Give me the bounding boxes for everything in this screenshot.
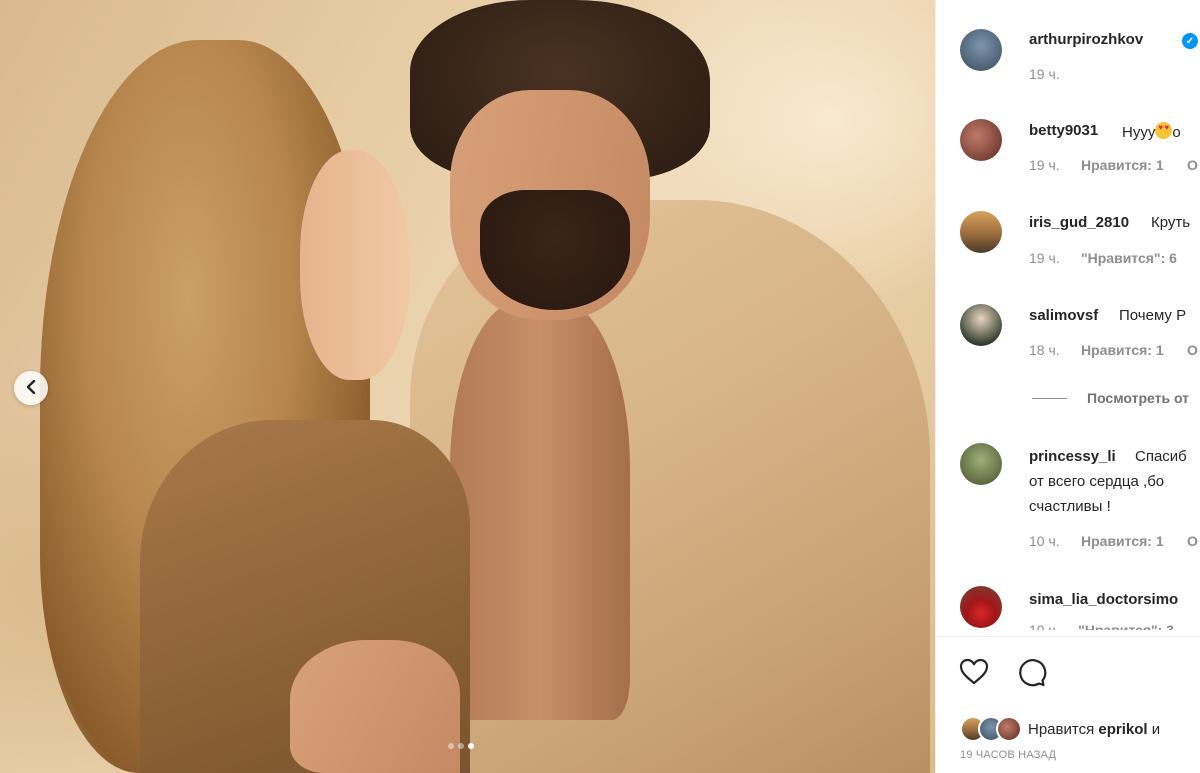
- actions-divider: [936, 636, 1200, 637]
- comment-text: Спасиб: [1135, 448, 1187, 465]
- comment-text: Круть: [1151, 214, 1191, 231]
- likes-text: Нравится eprikol и: [1028, 721, 1160, 738]
- comment-avatar[interactable]: [960, 586, 1002, 628]
- comment-time[interactable]: 19 ч.: [1029, 157, 1060, 173]
- comment-text: Почему Р: [1119, 307, 1187, 324]
- post-timestamp[interactable]: 19 ЧАСОВ НАЗАД: [960, 749, 1056, 761]
- comment-time[interactable]: 10 ч.: [1029, 533, 1060, 549]
- comment-text-part: о: [1172, 124, 1181, 141]
- comment-text-part: Нууу: [1122, 124, 1156, 141]
- likes-row: Нравится eprikol и: [960, 716, 1160, 742]
- comment-avatar[interactable]: [960, 304, 1002, 346]
- comment-username[interactable]: iris_gud_2810: [1029, 214, 1129, 231]
- likes-prefix: Нравится: [1028, 720, 1095, 738]
- author-username[interactable]: arthurpirozhkov: [1029, 31, 1143, 48]
- comment-likes[interactable]: Нравится: 1: [1081, 533, 1164, 549]
- comment-avatar[interactable]: [960, 119, 1002, 161]
- likes-suffix: и: [1151, 720, 1161, 738]
- carousel-dots: [448, 743, 474, 749]
- carousel-dot-active: [468, 743, 474, 749]
- carousel-dot: [448, 743, 454, 749]
- previous-photo-button[interactable]: [14, 371, 48, 405]
- comment-username[interactable]: salimovsf: [1029, 307, 1098, 324]
- comment-reply-button[interactable]: О: [1187, 533, 1198, 549]
- view-replies-label: Посмотреть от: [1087, 390, 1190, 406]
- view-replies-button[interactable]: Посмотреть от: [1032, 390, 1189, 406]
- comment-text: Нуууо: [1122, 122, 1181, 141]
- comment-avatar[interactable]: [960, 211, 1002, 253]
- view-replies-line: [1032, 397, 1067, 399]
- verified-badge-icon: ✓: [1182, 33, 1198, 49]
- comment-username[interactable]: princessy_li: [1029, 448, 1116, 465]
- comment-icon[interactable]: [1015, 656, 1047, 688]
- photo-hand: [290, 640, 460, 773]
- chevron-left-icon: [25, 377, 37, 400]
- post-photo: [0, 0, 935, 773]
- photo-man-beard: [480, 190, 630, 310]
- comment-time[interactable]: 18 ч.: [1029, 342, 1060, 358]
- comment-likes[interactable]: "Нравится": 3: [1078, 622, 1174, 630]
- heart-icon[interactable]: [958, 656, 990, 688]
- heart-eyes-emoji-icon: [1155, 122, 1173, 139]
- likes-user-link[interactable]: eprikol: [1098, 721, 1147, 738]
- carousel-dot: [458, 743, 464, 749]
- comment-text-line: от всего сердца ,бо: [1029, 473, 1165, 490]
- comment-username[interactable]: sima_lia_doctorsimo: [1029, 591, 1178, 608]
- comment-likes[interactable]: "Нравится": 6: [1081, 250, 1177, 266]
- comment-time[interactable]: 10 ч.: [1029, 622, 1060, 630]
- author-avatar[interactable]: [960, 29, 1002, 71]
- post-side-panel: arthurpirozhkov ✓ 19 ч. betty9031 Нуууо …: [935, 0, 1200, 773]
- comment-text-line: счастливы !: [1029, 498, 1111, 515]
- comment-meta-clipped: 10 ч. "Нравится": 3: [1029, 622, 1199, 630]
- comment-reply-button[interactable]: О: [1187, 342, 1198, 358]
- comment-reply-button[interactable]: О: [1187, 157, 1198, 173]
- comment-likes[interactable]: Нравится: 1: [1081, 342, 1164, 358]
- comment-time[interactable]: 19 ч.: [1029, 250, 1060, 266]
- photo-man-chest: [450, 300, 630, 720]
- comment-username[interactable]: betty9031: [1029, 122, 1098, 139]
- post-time[interactable]: 19 ч.: [1029, 66, 1060, 82]
- comment-likes[interactable]: Нравится: 1: [1081, 157, 1164, 173]
- photo-woman-face: [300, 150, 410, 380]
- comment-avatar[interactable]: [960, 443, 1002, 485]
- liker-avatar[interactable]: [996, 716, 1022, 742]
